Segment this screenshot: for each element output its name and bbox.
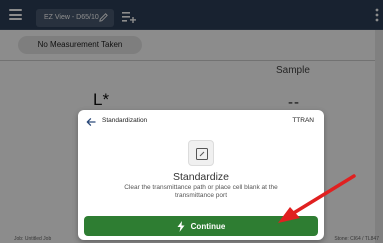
dialog-title: Standardization bbox=[102, 117, 148, 124]
app-screen: EZ View - D65/10 No Measurement Taken Sa… bbox=[0, 0, 383, 243]
measurement-mode-label: TTRAN bbox=[292, 117, 314, 124]
back-arrow-icon[interactable] bbox=[86, 117, 96, 127]
step-icon-box bbox=[188, 140, 214, 166]
annotation-arrow bbox=[278, 174, 356, 223]
transmittance-port-icon bbox=[196, 148, 208, 160]
continue-label: Continue bbox=[190, 221, 226, 231]
lightning-bolt-icon bbox=[177, 220, 185, 232]
dialog-description: Clear the transmittance path or place ce… bbox=[124, 184, 278, 199]
